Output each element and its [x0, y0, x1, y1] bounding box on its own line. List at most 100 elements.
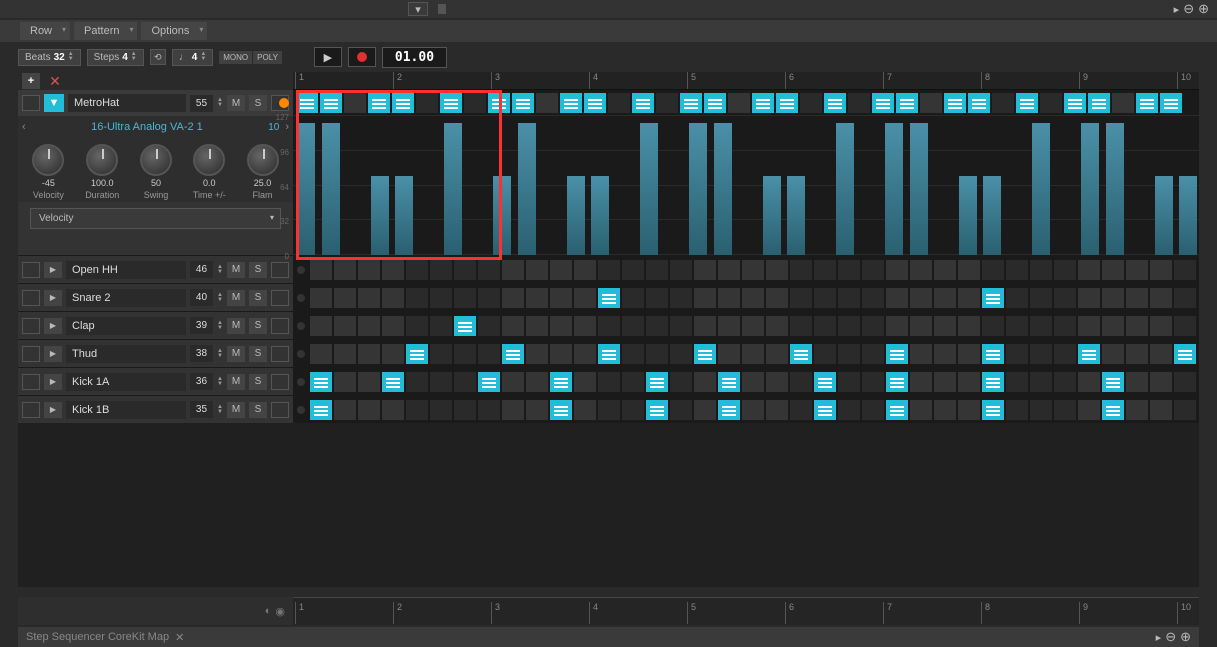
step-cell[interactable]	[885, 399, 909, 421]
step-cell[interactable]	[813, 287, 837, 309]
step-cell[interactable]	[621, 371, 645, 393]
step-cell[interactable]	[309, 371, 333, 393]
step-cell[interactable]	[391, 92, 415, 114]
step-cell[interactable]	[861, 371, 885, 393]
step-cell[interactable]	[813, 315, 837, 337]
step-cell[interactable]	[765, 343, 789, 365]
step-cell[interactable]	[837, 371, 861, 393]
knob-dial[interactable]	[32, 144, 64, 176]
step-cell[interactable]	[309, 287, 333, 309]
step-cell[interactable]	[453, 399, 477, 421]
link-icon[interactable]: ⟲	[150, 49, 166, 65]
steps-field[interactable]: Steps 4 ▲▼	[87, 49, 144, 66]
step-cell[interactable]	[477, 315, 501, 337]
step-cell[interactable]	[525, 343, 549, 365]
step-cell[interactable]	[463, 92, 487, 114]
velocity-bar[interactable]	[322, 123, 340, 255]
step-cell[interactable]	[1159, 92, 1183, 114]
step-cell[interactable]	[765, 399, 789, 421]
step-cell[interactable]	[669, 371, 693, 393]
velocity-bar[interactable]	[689, 123, 707, 255]
step-cell[interactable]	[837, 315, 861, 337]
velocity-bar[interactable]	[714, 123, 732, 255]
solo-button[interactable]: S	[249, 318, 267, 334]
step-cell[interactable]	[573, 315, 597, 337]
velocity-bar[interactable]	[444, 123, 462, 255]
track-note-number[interactable]: 39	[190, 317, 213, 334]
mono-button[interactable]: MONO	[219, 51, 252, 64]
step-cell[interactable]	[645, 259, 669, 281]
step-cell[interactable]	[741, 371, 765, 393]
step-cell[interactable]	[679, 92, 703, 114]
step-cell[interactable]	[693, 287, 717, 309]
step-cell[interactable]	[861, 315, 885, 337]
mute-button[interactable]: M	[227, 346, 245, 362]
velocity-bar[interactable]	[983, 176, 1001, 255]
step-cell[interactable]	[381, 287, 405, 309]
step-cell[interactable]	[1029, 315, 1053, 337]
overview-ruler[interactable]: 12345678910	[293, 597, 1199, 625]
track-note-number[interactable]: 40	[190, 289, 213, 306]
step-cell[interactable]	[501, 315, 525, 337]
step-cell[interactable]	[1125, 315, 1149, 337]
step-cell[interactable]	[487, 92, 511, 114]
step-cell[interactable]	[1125, 343, 1149, 365]
step-cell[interactable]	[631, 92, 655, 114]
menu-pattern[interactable]: Pattern	[74, 22, 137, 40]
track-note-number[interactable]: 46	[190, 261, 213, 278]
step-cell[interactable]	[1029, 399, 1053, 421]
step-cell[interactable]	[885, 287, 909, 309]
step-cell[interactable]	[861, 259, 885, 281]
step-cell[interactable]	[669, 315, 693, 337]
track-note-number[interactable]: 55	[190, 95, 213, 112]
step-cell[interactable]	[309, 399, 333, 421]
velocity-bar[interactable]	[1155, 176, 1173, 255]
step-cell[interactable]	[1101, 259, 1125, 281]
step-cell[interactable]	[607, 92, 631, 114]
step-cell[interactable]	[741, 315, 765, 337]
step-cell[interactable]	[957, 343, 981, 365]
step-cell[interactable]	[789, 371, 813, 393]
step-cell[interactable]	[669, 399, 693, 421]
step-cell[interactable]	[981, 259, 1005, 281]
step-cell[interactable]	[525, 287, 549, 309]
step-cell[interactable]	[693, 343, 717, 365]
velocity-graph[interactable]: 1279664320	[293, 116, 1199, 255]
step-cell[interactable]	[1029, 259, 1053, 281]
step-cell[interactable]	[501, 343, 525, 365]
step-cell[interactable]	[885, 343, 909, 365]
poly-button[interactable]: POLY	[253, 51, 282, 64]
step-cell[interactable]	[1101, 315, 1125, 337]
step-cell[interactable]	[357, 371, 381, 393]
step-cell[interactable]	[1101, 287, 1125, 309]
solo-button[interactable]: S	[249, 346, 267, 362]
step-cell[interactable]	[453, 259, 477, 281]
mute-button[interactable]: M	[227, 262, 245, 278]
track-name-field[interactable]: MetroHat	[68, 94, 186, 112]
step-cell[interactable]	[1029, 371, 1053, 393]
track-note-number[interactable]: 35	[190, 401, 213, 418]
step-cell[interactable]	[909, 399, 933, 421]
expand-button[interactable]: ▶	[44, 290, 62, 306]
step-cell[interactable]	[477, 399, 501, 421]
track-name-field[interactable]: Kick 1B	[66, 401, 186, 419]
step-cell[interactable]	[357, 399, 381, 421]
step-cell[interactable]	[381, 371, 405, 393]
step-cell[interactable]	[621, 315, 645, 337]
mute-button[interactable]: M	[227, 95, 245, 111]
step-cell[interactable]	[357, 343, 381, 365]
step-cell[interactable]	[933, 315, 957, 337]
step-cell[interactable]	[765, 287, 789, 309]
velocity-bar[interactable]	[763, 176, 781, 255]
step-cell[interactable]	[789, 287, 813, 309]
step-cell[interactable]	[295, 92, 319, 114]
step-cell[interactable]	[1149, 399, 1173, 421]
step-cell[interactable]	[501, 399, 525, 421]
step-cell[interactable]	[861, 399, 885, 421]
step-cell[interactable]	[1005, 371, 1029, 393]
solo-button[interactable]: S	[249, 374, 267, 390]
step-cell[interactable]	[405, 371, 429, 393]
step-cell[interactable]	[597, 343, 621, 365]
step-cell[interactable]	[453, 371, 477, 393]
collapse-button[interactable]: ▼	[44, 94, 64, 112]
